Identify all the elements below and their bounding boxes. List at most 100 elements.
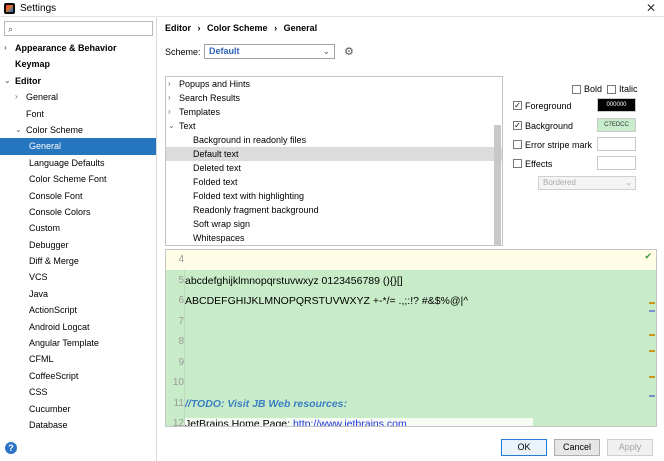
bold-checkbox[interactable]: [572, 85, 581, 94]
chevron-right-icon[interactable]: ›: [168, 91, 171, 105]
sidebar-item-label: Android Logcat: [29, 321, 90, 332]
attribute-list-item[interactable]: Default text: [166, 147, 502, 161]
sidebar-item-label: Debugger: [29, 239, 69, 250]
sidebar-item-label: CoffeeScript: [29, 370, 79, 381]
sidebar-item[interactable]: CSS: [0, 384, 156, 400]
sidebar-item[interactable]: Font: [0, 106, 156, 122]
settings-tree: › Appearance & Behavior Keymap ⌄ Editor › Gene…: [0, 40, 156, 433]
chevron-down-icon: ⌄: [322, 46, 330, 56]
sidebar-item[interactable]: CoffeeScript: [0, 368, 156, 384]
attribute-list-item[interactable]: Soft wrap sign: [166, 217, 502, 231]
cancel-button[interactable]: Cancel: [554, 439, 600, 456]
error-stripe-mark: [649, 334, 655, 336]
sidebar-item-label: Font: [26, 108, 45, 119]
chevron-down-icon[interactable]: ⌄: [4, 73, 11, 89]
code-line: abcdefghijklmnopqrstuvwxyz 0123456789 ()…: [185, 274, 403, 287]
sidebar-item[interactable]: Console Colors: [0, 204, 156, 220]
attribute-list-item[interactable]: Readonly fragment background: [166, 203, 502, 217]
chevron-right-icon[interactable]: ›: [168, 105, 171, 119]
sidebar-item[interactable]: Diff & Merge: [0, 253, 156, 269]
sidebar-item[interactable]: ActionScript: [0, 302, 156, 318]
sidebar-item-label: General: [26, 92, 59, 103]
scheme-dropdown[interactable]: Default ⌄: [204, 44, 335, 59]
attribute-list-item[interactable]: › Templates: [166, 105, 502, 119]
code-link[interactable]: http://www.jetbrains.com: [293, 418, 407, 426]
sidebar-item[interactable]: Language Defaults: [0, 155, 156, 171]
foreground-checkbox[interactable]: ✓: [513, 101, 522, 110]
chevron-right-icon[interactable]: ›: [168, 77, 171, 91]
line-number: 5: [178, 274, 184, 286]
sidebar-item[interactable]: VCS: [0, 269, 156, 285]
sidebar-item-label: Language Defaults: [29, 157, 105, 168]
chevron-right-icon[interactable]: ›: [4, 40, 7, 56]
attribute-list-item-label: Whitespaces: [193, 233, 245, 243]
sidebar-item[interactable]: Color Scheme Font: [0, 171, 156, 187]
sidebar-item[interactable]: Android Logcat: [0, 319, 156, 335]
effects-checkbox[interactable]: [513, 159, 522, 168]
attribute-list-item[interactable]: Background in readonly files: [166, 133, 502, 147]
title-bar: Settings ✕: [0, 0, 664, 17]
effects-color-swatch[interactable]: [597, 156, 636, 170]
line-number: 9: [178, 356, 184, 368]
chevron-down-icon[interactable]: ⌄: [168, 119, 175, 133]
error-stripe-mark: [649, 395, 655, 397]
apply-button[interactable]: Apply: [607, 439, 653, 456]
error-stripe-checkbox[interactable]: [513, 140, 522, 149]
sidebar-item[interactable]: ⌄ Editor: [0, 73, 156, 89]
sidebar-item-label: Diff & Merge: [29, 256, 79, 267]
attribute-list-item[interactable]: ⌄ Text: [166, 119, 502, 133]
sidebar-item[interactable]: Cucumber: [0, 401, 156, 417]
ok-button[interactable]: OK: [501, 439, 547, 456]
gear-icon[interactable]: ⚙: [344, 45, 354, 58]
sidebar-item-label: Appearance & Behavior: [15, 43, 117, 53]
attribute-list-item[interactable]: Deleted text: [166, 161, 502, 175]
attribute-list-item[interactable]: Whitespaces: [166, 231, 502, 245]
attribute-list-item[interactable]: › Search Results: [166, 91, 502, 105]
code-line: //TODO: Visit JB Web resources:: [185, 397, 348, 410]
scheme-label: Scheme:: [165, 47, 201, 57]
sidebar-item[interactable]: Keymap: [0, 56, 156, 72]
list-scrollbar[interactable]: [494, 125, 501, 245]
background-color-swatch[interactable]: C7EDCC: [597, 118, 636, 132]
chevron-down-icon[interactable]: ⌄: [15, 122, 22, 138]
sidebar-item[interactable]: ⌄ Color Scheme: [0, 122, 156, 138]
sidebar-item-label: Console Colors: [29, 206, 91, 217]
attribute-list-item[interactable]: Folded text: [166, 175, 502, 189]
error-stripe-color-swatch[interactable]: [597, 137, 636, 151]
sidebar-item[interactable]: Database: [0, 417, 156, 433]
sidebar-item[interactable]: › Appearance & Behavior: [0, 40, 156, 56]
close-icon[interactable]: ✕: [646, 1, 656, 15]
sidebar-item[interactable]: › General: [0, 89, 156, 105]
error-stripe-mark: [649, 302, 655, 304]
line-number: 7: [178, 315, 184, 327]
sidebar-item[interactable]: Java: [0, 286, 156, 302]
background-checkbox[interactable]: ✓: [513, 121, 522, 130]
effects-style-dropdown[interactable]: Bordered ⌄: [538, 176, 636, 190]
sidebar-item[interactable]: Angular Template: [0, 335, 156, 351]
sidebar-item-label: Editor: [15, 75, 41, 86]
attribute-list-item-label: Deleted text: [193, 163, 242, 173]
attribute-list-item[interactable]: › Popups and Hints: [166, 77, 502, 91]
help-icon[interactable]: ?: [5, 442, 17, 454]
attribute-list-item-label: Folded text: [193, 177, 238, 187]
sidebar-item-label: VCS: [29, 272, 48, 283]
settings-search-input[interactable]: ⌕: [4, 21, 153, 36]
sidebar-item-label: Database: [29, 419, 68, 430]
chevron-right-icon[interactable]: ›: [15, 89, 18, 105]
line-number: 8: [178, 336, 184, 347]
sidebar-item[interactable]: General: [0, 138, 156, 155]
foreground-label: Foreground: [525, 101, 572, 111]
sidebar-item[interactable]: Console Font: [0, 188, 156, 204]
sidebar-item-label: General: [29, 141, 62, 152]
sidebar-item[interactable]: Debugger: [0, 237, 156, 253]
sidebar-item[interactable]: CFML: [0, 351, 156, 367]
italic-checkbox[interactable]: [607, 85, 616, 94]
intellij-logo-icon: [4, 3, 15, 14]
window-title: Settings: [20, 3, 57, 14]
sidebar-item[interactable]: Custom: [0, 220, 156, 236]
attribute-list-item[interactable]: Folded text with highlighting: [166, 189, 502, 203]
sidebar-item-label: Console Font: [29, 190, 83, 201]
code-preview[interactable]: ✔ 4 5 abcdefghijklmnopqrstuvwxyz 012345678…: [165, 249, 657, 427]
foreground-color-swatch[interactable]: 000000: [597, 98, 636, 112]
search-icon: ⌕: [8, 24, 14, 34]
